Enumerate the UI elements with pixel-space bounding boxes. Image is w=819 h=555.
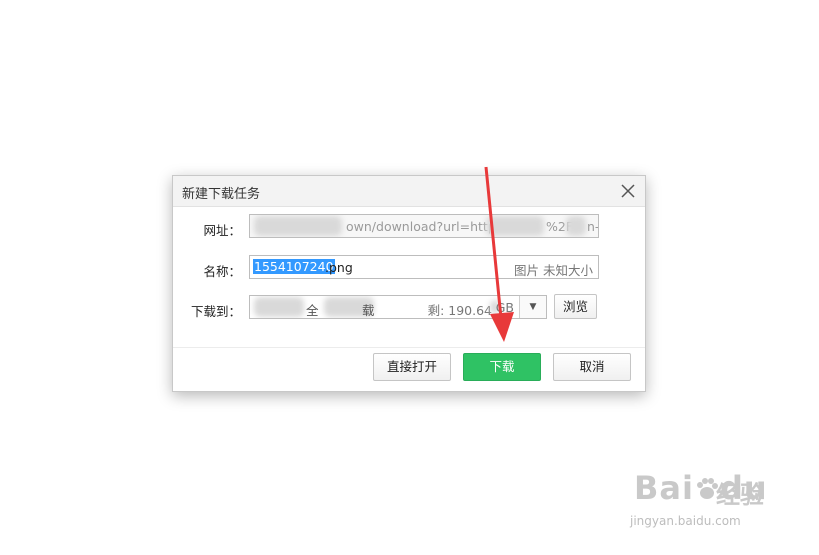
free-space: 剩: 190.64 [427,303,492,318]
free-space-unit: GB [495,300,514,315]
url-field[interactable]: own/download?url=http %2F n- [249,214,599,238]
new-download-dialog: 新建下载任务 网址： own/download?url=http %2F n- … [172,175,646,392]
save-to-label: 下载到： [190,304,241,319]
chevron-down-icon[interactable]: ▼ [519,296,546,318]
dialog-titlebar: 新建下载任务 [173,176,645,207]
baidu-jingyan-watermark: Bai du 经验 jingyan.baidu.com [618,465,778,545]
watermark-jingyan: 经验 [716,481,764,509]
close-icon[interactable] [619,182,637,200]
download-button[interactable]: 下载 [463,353,541,381]
url-text: own/download?url=http [346,219,496,234]
filename-field[interactable]: 1554107240 .png 图片 未知大小 [249,255,599,279]
filename-extension: .png [325,260,353,275]
url-text-end: n- [587,219,599,234]
save-path-text-end: 载 [362,303,375,318]
footer-divider [173,347,645,348]
file-type-size: 图片 未知大小 [514,263,593,278]
save-path-select[interactable]: 全 载 剩: 190.64 GB ▼ [249,295,547,319]
redacted-blur [486,216,544,236]
redacted-blur [254,216,342,236]
save-path-text: 全 [306,303,319,318]
url-label: 网址： [203,223,241,238]
name-label: 名称： [203,264,241,279]
browse-button[interactable]: 浏览 [554,294,597,319]
open-directly-button[interactable]: 直接打开 [373,353,451,381]
dialog-title: 新建下载任务 [182,187,261,202]
filename-selection: 1554107240 [253,259,335,274]
watermark-url: jingyan.baidu.com [630,514,741,528]
redacted-blur [566,216,586,236]
redacted-blur [254,297,304,317]
cancel-button[interactable]: 取消 [553,353,631,381]
